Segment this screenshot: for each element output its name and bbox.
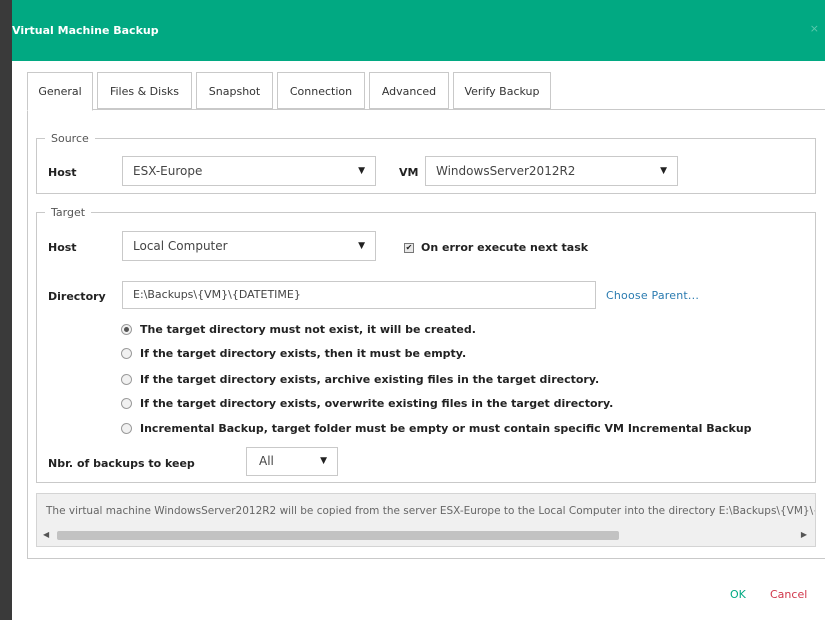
source-vm-select[interactable]: WindowsServer2012R2 ▼: [425, 156, 678, 186]
option-create-label: The target directory must not exist, it …: [140, 323, 476, 336]
tab-bar: General Files & Disks Snapshot Connectio…: [27, 72, 825, 111]
target-host-select[interactable]: Local Computer ▼: [122, 231, 376, 261]
on-error-label: On error execute next task: [421, 241, 589, 254]
source-host-label: Host: [48, 166, 77, 179]
tab-general[interactable]: General: [27, 72, 93, 111]
option-overwrite-radio[interactable]: [121, 398, 132, 409]
option-archive-radio[interactable]: [121, 374, 132, 385]
tab-connection[interactable]: Connection: [277, 72, 365, 109]
target-host-value: Local Computer: [133, 239, 228, 253]
option-empty-radio[interactable]: [121, 348, 132, 359]
option-incremental-radio[interactable]: [121, 423, 132, 434]
source-legend: Source: [51, 132, 89, 145]
option-overwrite-label: If the target directory exists, overwrit…: [140, 397, 614, 410]
keep-backups-value: All: [259, 454, 274, 468]
dialog-title-bar: Virtual Machine Backup ×: [12, 0, 825, 61]
summary-text: The virtual machine WindowsServer2012R2 …: [46, 505, 816, 517]
source-vm-value: WindowsServer2012R2: [436, 164, 576, 178]
keep-backups-select[interactable]: All ▼: [246, 447, 338, 476]
choose-parent-link[interactable]: Choose Parent...: [606, 289, 699, 302]
scrollbar-thumb[interactable]: [57, 531, 619, 540]
keep-backups-label: Nbr. of backups to keep: [48, 457, 195, 470]
vm-backup-dialog: Virtual Machine Backup × General Files &…: [12, 0, 825, 620]
ok-button[interactable]: OK: [730, 588, 746, 601]
chevron-down-icon: ▼: [660, 166, 667, 176]
target-host-label: Host: [48, 241, 77, 254]
close-icon[interactable]: ×: [810, 22, 819, 35]
directory-input[interactable]: E:\Backups\{VM}\{DATETIME}: [122, 281, 596, 309]
tab-verify-backup[interactable]: Verify Backup: [453, 72, 551, 109]
chevron-down-icon: ▼: [358, 241, 365, 251]
option-create-radio[interactable]: [121, 324, 132, 335]
source-host-value: ESX-Europe: [133, 164, 203, 178]
directory-value: E:\Backups\{VM}\{DATETIME}: [133, 288, 301, 301]
dialog-title: Virtual Machine Backup: [12, 24, 159, 37]
chevron-down-icon: ▼: [320, 456, 327, 466]
cancel-button[interactable]: Cancel: [770, 588, 807, 601]
scroll-right-icon[interactable]: ▶: [801, 530, 807, 539]
scroll-left-icon[interactable]: ◀: [43, 530, 49, 539]
chevron-down-icon: ▼: [358, 166, 365, 176]
summary-box: The virtual machine WindowsServer2012R2 …: [36, 493, 816, 547]
option-empty-label: If the target directory exists, then it …: [140, 347, 467, 360]
target-legend: Target: [51, 206, 86, 219]
tab-snapshot[interactable]: Snapshot: [196, 72, 273, 109]
tab-files-disks[interactable]: Files & Disks: [97, 72, 192, 109]
option-archive-label: If the target directory exists, archive …: [140, 373, 600, 386]
option-incremental-label: Incremental Backup, target folder must b…: [140, 422, 752, 435]
tab-advanced[interactable]: Advanced: [369, 72, 449, 109]
directory-label: Directory: [48, 290, 106, 303]
source-vm-label: VM: [399, 166, 419, 179]
background-left-edge: [0, 0, 12, 620]
on-error-checkbox[interactable]: ✔: [404, 243, 414, 253]
horizontal-scrollbar[interactable]: ◀ ▶: [37, 527, 815, 544]
source-host-select[interactable]: ESX-Europe ▼: [122, 156, 376, 186]
